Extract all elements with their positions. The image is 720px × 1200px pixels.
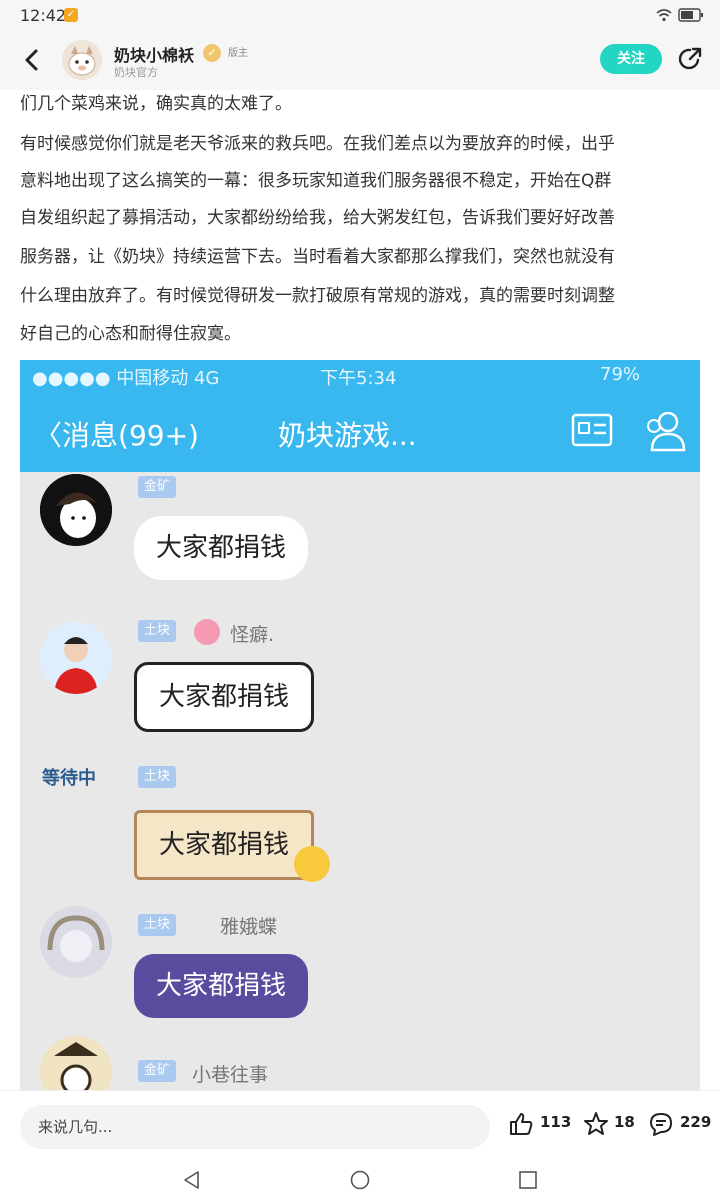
status-bar: 12:42 ✓ bbox=[0, 0, 720, 32]
chat-bubble: 大家都捐钱 bbox=[134, 954, 309, 1018]
moderator-tag: 版主 bbox=[228, 48, 248, 59]
bottom-action-bar: 来说几句... 113 18 229 bbox=[0, 1090, 720, 1161]
status-time: 12:42 bbox=[20, 6, 67, 25]
favorite-count: 18 bbox=[614, 1113, 635, 1131]
article-line: 有时候感觉你们就是老天爷派来的救兵吧。在我们差点以为要放弃的时候，出乎 bbox=[20, 134, 615, 154]
level-tag: 土块 bbox=[138, 766, 177, 788]
comment-icon[interactable] bbox=[648, 1111, 674, 1137]
verified-badge-icon: ✓ bbox=[203, 44, 221, 62]
level-tag: 土块 bbox=[138, 620, 177, 642]
embedded-battery: 79% bbox=[600, 364, 641, 385]
author-avatar[interactable] bbox=[62, 40, 102, 80]
sender-avatar[interactable] bbox=[40, 1036, 112, 1090]
embedded-time: 下午5:34 bbox=[320, 368, 397, 389]
embedded-chat-title: 奶块游戏... bbox=[278, 419, 417, 452]
article-line: 们几个菜鸡来说，确实真的太难了。 bbox=[20, 94, 292, 114]
embedded-carrier: ●●●●● 中国移动 4G bbox=[32, 368, 220, 389]
photo-avatar-icon bbox=[40, 622, 112, 694]
sender-avatar[interactable] bbox=[40, 474, 112, 546]
comment-count: 229 bbox=[680, 1113, 712, 1131]
like-count: 113 bbox=[540, 1113, 572, 1131]
chat-bubble: 大家都捐钱 bbox=[134, 810, 315, 880]
level-tag: 土块 bbox=[138, 914, 177, 936]
chick-sticker-icon bbox=[294, 846, 330, 882]
cartoon-avatar-icon bbox=[62, 40, 102, 80]
sender-avatar[interactable] bbox=[40, 906, 112, 978]
app-notification-icon: ✓ bbox=[64, 8, 78, 22]
nav-home-icon[interactable] bbox=[350, 1170, 370, 1190]
author-name[interactable]: 奶块小棉袄 bbox=[114, 42, 194, 66]
author-subtitle: 奶块官方 bbox=[114, 66, 158, 79]
battery-icon bbox=[678, 8, 703, 22]
chat-bubble: 大家都捐钱 bbox=[134, 516, 309, 580]
wifi-icon bbox=[656, 9, 672, 22]
sender-avatar[interactable]: 等待中 bbox=[40, 744, 112, 816]
follow-button[interactable]: 关注 bbox=[600, 44, 662, 74]
share-icon[interactable] bbox=[676, 45, 704, 73]
embedded-nav-bar: 〈消息(99+) 奶块游戏... bbox=[20, 392, 700, 472]
sender-avatar[interactable] bbox=[40, 622, 112, 694]
star-icon[interactable] bbox=[583, 1111, 609, 1137]
sender-name: 怪癖. bbox=[230, 624, 275, 646]
article-line: 服务器，让《奶块》持续运营下去。当时看着大家都那么撑我们，突然也就没有 bbox=[20, 247, 615, 267]
heart-badge-icon bbox=[194, 619, 220, 645]
comment-input[interactable]: 来说几句... bbox=[20, 1105, 490, 1149]
system-nav-bar bbox=[0, 1160, 720, 1200]
embedded-status-bar: ●●●●● 中国移动 4G 下午5:34 79% bbox=[20, 360, 700, 392]
article-line: 自发组织起了募捐活动，大家都纷纷给我，给大粥发红包，告诉我们要好好改善 bbox=[20, 208, 615, 228]
back-icon[interactable] bbox=[18, 46, 46, 74]
like-icon[interactable] bbox=[508, 1111, 534, 1137]
sender-name: 雅娥蝶 bbox=[220, 916, 278, 938]
sender-name: 小巷往事 bbox=[192, 1064, 269, 1086]
level-tag: 金矿 bbox=[138, 1060, 177, 1082]
embedded-chat-screenshot[interactable]: ●●●●● 中国移动 4G 下午5:34 79% 〈消息(99+) 奶块游戏..… bbox=[20, 360, 700, 1090]
group-members-icon bbox=[647, 411, 686, 452]
contact-card-icon bbox=[571, 413, 613, 447]
post-header: 奶块小棉袄 ✓ 版主 奶块官方 关注 bbox=[0, 32, 720, 90]
embedded-back-label: 〈消息(99+) bbox=[34, 419, 199, 452]
nav-recents-icon[interactable] bbox=[518, 1170, 538, 1190]
article-line: 什么理由放弃了。有时候觉得研发一款打破原有常规的游戏，真的需要时刻调整 bbox=[20, 286, 615, 306]
article-line: 好自己的心态和耐得住寂寞。 bbox=[20, 324, 241, 344]
cartoon-face-icon bbox=[40, 474, 112, 546]
embedded-back-text: 消息(99+) bbox=[62, 419, 199, 452]
level-tag: 金矿 bbox=[138, 476, 177, 498]
headphones-avatar-icon bbox=[40, 906, 112, 978]
chat-bubble: 大家都捐钱 bbox=[134, 662, 315, 732]
avatar-text: 等待中 bbox=[42, 768, 96, 789]
article-line: 意料地出现了这么搞笑的一幕：很多玩家知道我们服务器很不稳定，开始在Q群 bbox=[20, 171, 612, 191]
nav-back-icon[interactable] bbox=[182, 1170, 202, 1190]
framed-avatar-icon bbox=[40, 1036, 112, 1090]
